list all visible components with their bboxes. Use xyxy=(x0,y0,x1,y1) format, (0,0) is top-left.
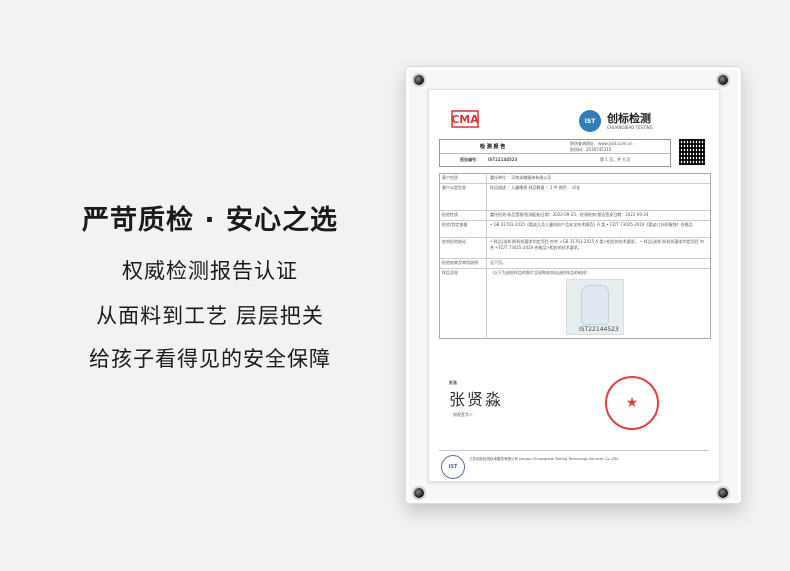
table-row: 客户认定信息 样品描述 ：儿童睡袋 样品数量 ：1 件 颜色 ：印花 xyxy=(440,184,710,211)
company-name: 创标检测 xyxy=(607,112,651,125)
ist-badge-icon: IST xyxy=(441,455,465,479)
qr-code-icon xyxy=(679,139,705,165)
table-row: 检验性质 委托检测 样品受理/检测起始日期：2022-09-23，检测结束/报告… xyxy=(440,211,710,221)
slogan-panel: 严苛质检 · 安心之选 权威检测报告认证 从面料到工艺 层层把关 给孩子看得见的… xyxy=(0,0,420,571)
slogan-line-2: 从面料到工艺 层层把关 xyxy=(96,304,324,328)
table-row: 样品呈现 （以下为送检样品的照片呈现和成衣自送检样品的粘样） IST221445… xyxy=(440,269,710,338)
svg-text:CMA: CMA xyxy=(451,113,479,126)
report-table: 客户信息 委托单位 ：河南米嘟服饰有限公司 客户认定信息 样品描述 ：儿童睡袋 … xyxy=(439,173,711,339)
report-title: 检 测 报 告 xyxy=(480,144,506,150)
signature: 张贤淼 xyxy=(449,390,504,409)
screw-icon xyxy=(412,486,426,500)
report-no: IST22144523 xyxy=(488,157,518,162)
sample-photo: IST22144523 xyxy=(566,279,624,335)
company-name-en: CHUANGBIAO TESTING xyxy=(607,125,653,130)
test-report-document: CMA IST 创标检测 CHUANGBIAO TESTING 检 测 报 告 … xyxy=(428,89,720,482)
signer-label: 授权签字人 xyxy=(453,412,473,417)
baby-suit-icon xyxy=(581,285,609,325)
sample-note: （以下为送检样品的照片呈现和成衣自送检样品的粘样） xyxy=(490,270,590,275)
page-count: 第 1 页，共 4 页 xyxy=(600,157,631,162)
table-row: 检验结果及审用说明 见下页。 xyxy=(440,259,710,269)
footer-company: 江苏创标检测技术服务有限公司 Jiangsu Chuangbiao Testin… xyxy=(469,457,620,461)
screw-icon xyxy=(716,73,730,87)
table-row: 检验/判定依据 • GB 31701-2015《婴幼儿及儿童纺织产品安全技术规范… xyxy=(440,221,710,238)
table-row: 客户信息 委托单位 ：河南米嘟服饰有限公司 xyxy=(440,174,710,184)
slogan-line-3: 给孩子看得见的安全保障 xyxy=(89,347,331,371)
report-no-label: 报告编号： xyxy=(460,157,480,162)
official-stamp-icon: ★ xyxy=(605,376,659,430)
report-header: 检 测 报 告 防伪查询网址：www.jsist.com.cn 防伪码：2530… xyxy=(439,139,671,167)
table-row: 综合检验结论 • 样品[送样]所检所要求判定项目 符合 <GB 31701-20… xyxy=(440,238,710,259)
report-footer: IST 江苏创标检测技术服务有限公司 Jiangsu Chuangbiao Te… xyxy=(439,450,709,479)
slogan-main: 严苛质检 · 安心之选 xyxy=(81,205,339,236)
cma-logo-icon: CMA xyxy=(451,110,479,128)
ist-logo-icon: IST xyxy=(579,110,601,132)
sample-id: IST22144523 xyxy=(579,326,619,333)
slogan-line-1: 权威检测报告认证 xyxy=(122,259,298,283)
screw-icon xyxy=(716,486,730,500)
screw-icon xyxy=(412,73,426,87)
